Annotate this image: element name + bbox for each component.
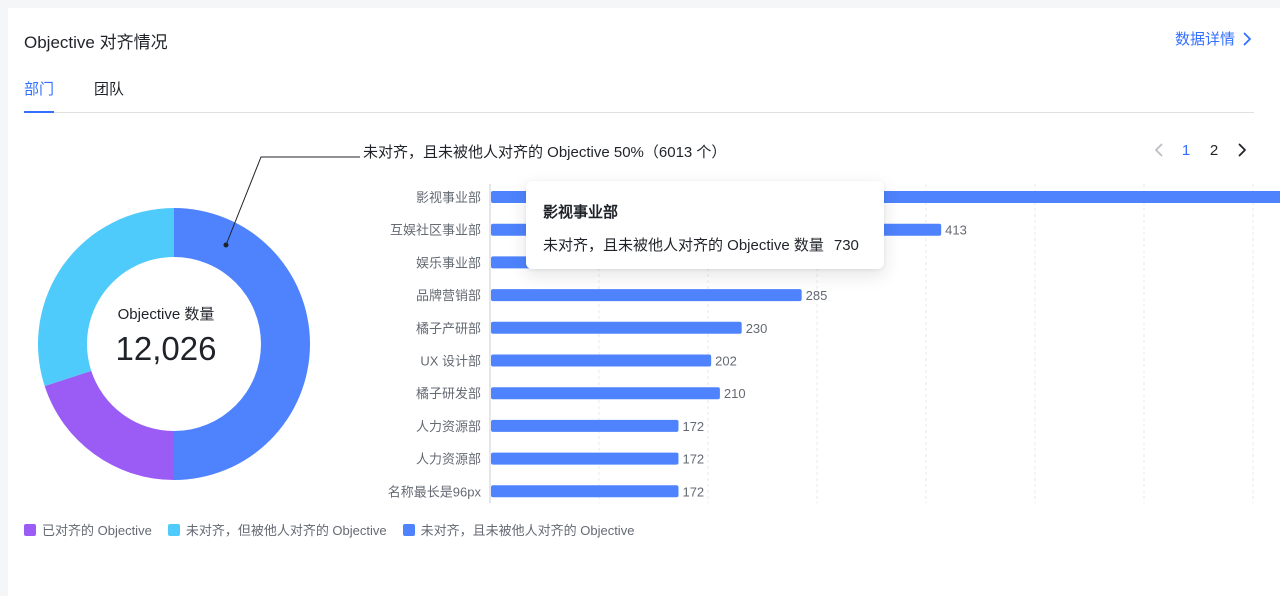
bar-category-label: 互娱社区事业部 <box>390 223 481 238</box>
bar[interactable] <box>491 452 679 465</box>
bar-value-label: 230 <box>746 321 768 336</box>
bar[interactable] <box>491 419 679 432</box>
legend-swatch <box>167 523 180 536</box>
bar[interactable] <box>491 387 720 400</box>
legend-label: 已对齐的 Objective <box>42 523 152 538</box>
legend-item-aligned-by-others[interactable]: 未对齐，但被他人对齐的 Objective <box>167 520 387 539</box>
bar[interactable] <box>491 485 679 498</box>
bar-category-label: 名称最长是96px <box>388 484 482 499</box>
tooltip-series-label: 未对齐，且未被他人对齐的 Objective 数量 <box>543 237 824 254</box>
bar[interactable] <box>491 289 802 302</box>
chart-legend: 已对齐的 Objective 未对齐，但被他人对齐的 Objective 未对齐… <box>24 520 634 539</box>
bar-value-label: 202 <box>715 354 737 369</box>
bar[interactable] <box>491 321 742 334</box>
bar-value-label: 172 <box>682 419 704 434</box>
bar-value-label: 172 <box>682 452 704 467</box>
tooltip-title: 影视事业部 <box>543 204 619 221</box>
legend-swatch <box>24 523 36 536</box>
bar-category-label: UX 设计部 <box>420 354 481 369</box>
bar-category-label: 娱乐事业部 <box>416 255 481 270</box>
bar-category-label: 人力资源部 <box>416 419 481 434</box>
bar-value-label: 210 <box>724 386 746 401</box>
legend-item-aligned[interactable]: 已对齐的 Objective <box>24 520 152 539</box>
bar-category-label: 品牌营销部 <box>416 288 481 303</box>
bar[interactable] <box>491 354 712 367</box>
bar-category-label: 橘子研发部 <box>416 386 481 401</box>
legend-swatch <box>402 523 415 536</box>
tooltip-row: 未对齐，且未被他人对齐的 Objective 数量 730 <box>543 234 859 255</box>
bar-value-label: 413 <box>945 223 967 238</box>
bar-value-label: 285 <box>806 288 828 303</box>
legend-label: 未对齐，但被他人对齐的 Objective <box>185 523 387 538</box>
bar-value-label: 172 <box>682 484 704 499</box>
bar-tooltip: 影视事业部 未对齐，且未被他人对齐的 Objective 数量 730 <box>526 181 884 269</box>
legend-label: 未对齐，且未被他人对齐的 Objective <box>420 523 635 538</box>
bar-category-label: 橘子产研部 <box>416 321 481 336</box>
bar-category-label: 影视事业部 <box>416 190 481 205</box>
legend-item-unaligned[interactable]: 未对齐，且未被他人对齐的 Objective <box>402 520 635 539</box>
bar-category-label: 人力资源部 <box>416 452 481 467</box>
tooltip-series-value: 730 <box>833 237 859 254</box>
